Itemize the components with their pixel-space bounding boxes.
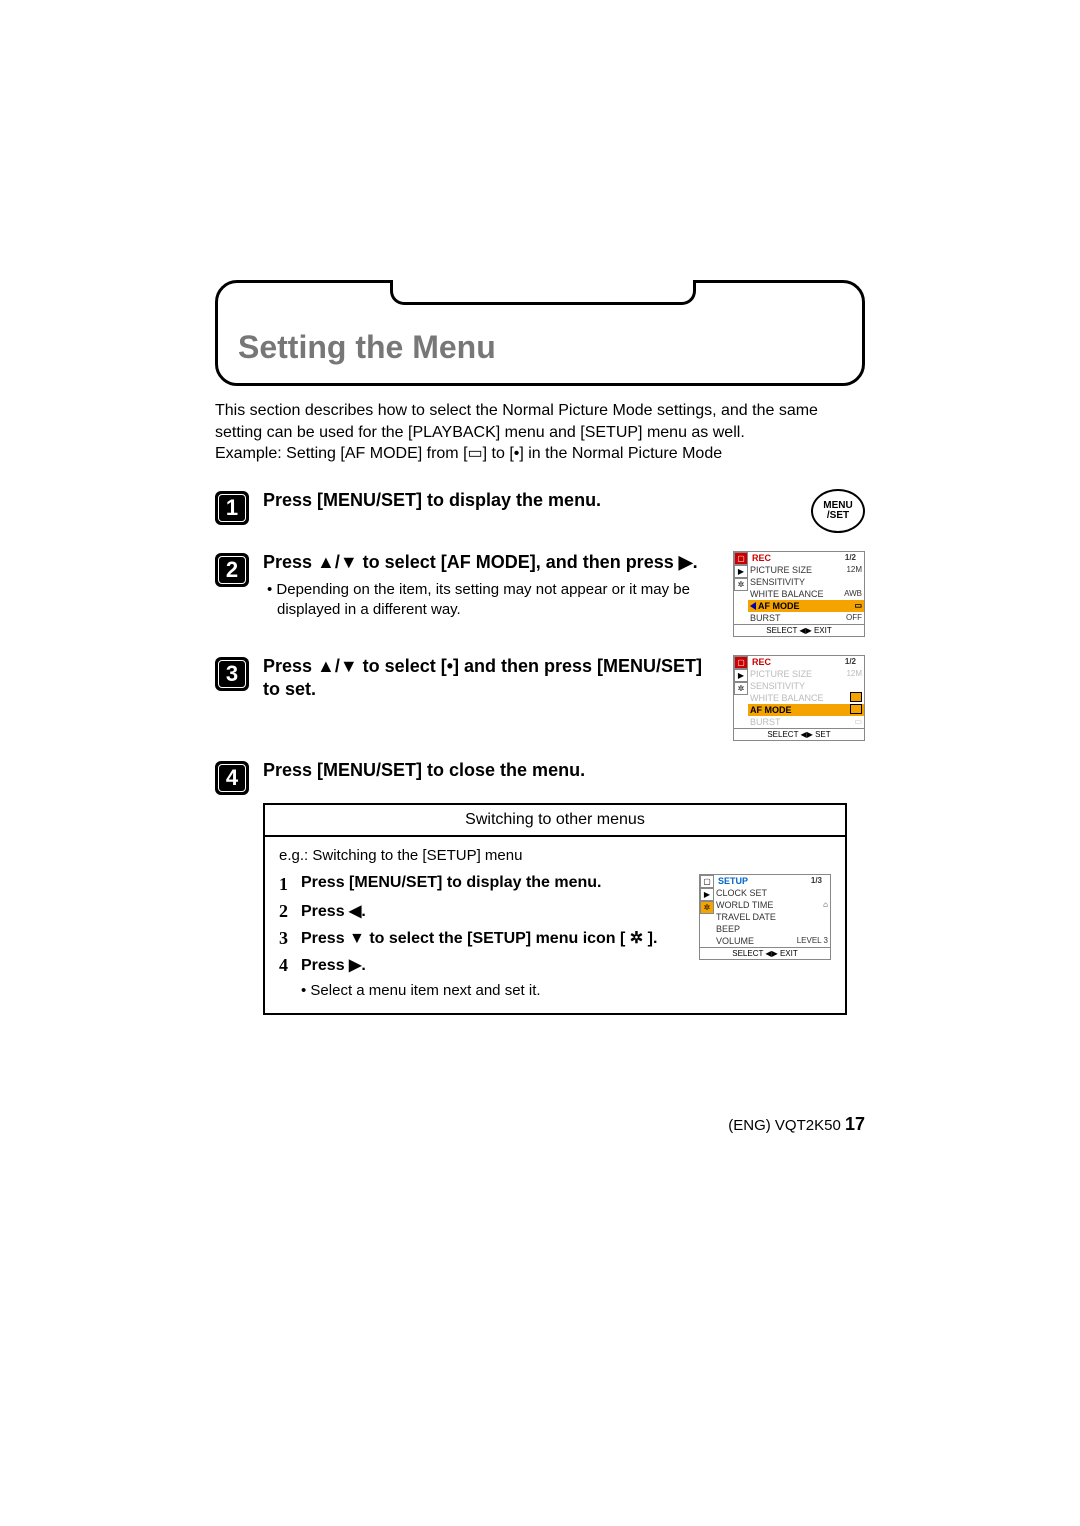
section-title: Setting the Menu: [238, 329, 842, 366]
switching-steps: 1Press [MENU/SET] to display the menu. 2…: [279, 874, 691, 999]
step-3-heading: Press ▲/▼ to select [•] and then press […: [263, 655, 715, 702]
intro-line1: This section describes how to select the…: [215, 402, 818, 441]
sw-n3: 3: [279, 928, 301, 949]
sw-n2: 2: [279, 901, 301, 922]
screen-setup: ▢▶✲SETUP1/3CLOCK SETWORLD TIME⌂TRAVEL DA…: [699, 874, 831, 960]
screen-rec-a: ▢▶✲REC1/2PICTURE SIZE12MSENSITIVITYWHITE…: [733, 551, 865, 637]
section-title-frame: Setting the Menu: [215, 280, 865, 386]
step-number-2: 2: [215, 553, 249, 587]
screen-rec-b: ▢▶✲REC1/2PICTURE SIZE12MSENSITIVITYWHITE…: [733, 655, 865, 741]
page-footer: (ENG) VQT2K50 17: [728, 1114, 865, 1135]
switching-note: • Select a menu item next and set it.: [301, 982, 691, 999]
step-1: 1 Press [MENU/SET] to display the menu. …: [215, 489, 865, 533]
intro-line2: Example: Setting [AF MODE] from [▭] to […: [215, 445, 722, 462]
sw-t4: Press ▶.: [301, 955, 366, 975]
sw-t3: Press ▼ to select the [SETUP] menu icon …: [301, 928, 657, 948]
step-3: 3 Press ▲/▼ to select [•] and then press…: [215, 655, 865, 741]
sw-n4: 4: [279, 955, 301, 976]
intro-text: This section describes how to select the…: [215, 400, 865, 465]
step-1-heading: Press [MENU/SET] to display the menu.: [263, 489, 715, 512]
step-number-3: 3: [215, 657, 249, 691]
footer-page-number: 17: [845, 1114, 865, 1134]
step-number-1: 1: [215, 491, 249, 525]
step-number-4: 4: [215, 761, 249, 795]
step-2-heading: Press ▲/▼ to select [AF MODE], and then …: [263, 551, 715, 574]
menu-set-button-icon: MENU /SET: [811, 489, 865, 533]
title-tab: [390, 280, 696, 305]
step-4-heading: Press [MENU/SET] to close the menu.: [263, 759, 865, 782]
switching-title: Switching to other menus: [265, 805, 845, 837]
sw-t1: Press [MENU/SET] to display the menu.: [301, 874, 602, 892]
sw-t2: Press ◀.: [301, 901, 366, 921]
switching-menus-box: Switching to other menus e.g.: Switching…: [263, 803, 847, 1015]
sw-n1: 1: [279, 874, 301, 895]
footer-code: (ENG) VQT2K50: [728, 1117, 841, 1134]
switching-example: e.g.: Switching to the [SETUP] menu: [279, 847, 831, 864]
step-2-sub: • Depending on the item, its setting may…: [263, 580, 715, 619]
step-4: 4 Press [MENU/SET] to close the menu.: [215, 759, 865, 795]
menuset-bottom: /SET: [827, 511, 849, 521]
step-2: 2 Press ▲/▼ to select [AF MODE], and the…: [215, 551, 865, 637]
